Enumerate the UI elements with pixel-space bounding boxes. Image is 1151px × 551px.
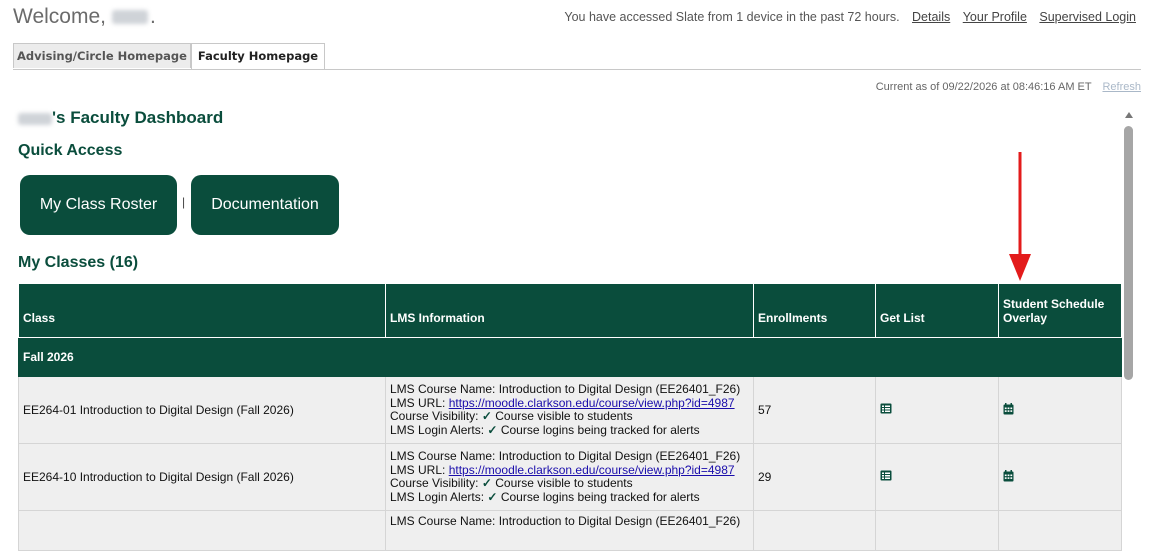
data-timestamp: Current as of 09/22/2026 at 08:46:16 AM … xyxy=(876,81,1141,93)
details-link[interactable]: Details xyxy=(912,10,950,24)
column-header-lms-information: LMS Information xyxy=(385,283,754,338)
term-label: Fall 2026 xyxy=(18,337,1122,377)
lms-course-name: Introduction to Digital Design (EE26401_… xyxy=(498,514,741,528)
get-list-cell xyxy=(875,376,999,444)
lms-course-label: LMS Course Name: xyxy=(390,449,496,463)
my-classes-table: Class LMS Information Enrollments Get Li… xyxy=(18,283,1122,551)
table-row: EE264-01 Introduction to Digital Design … xyxy=(18,376,1122,444)
scrollbar[interactable] xyxy=(1122,110,1136,531)
redacted-name xyxy=(111,10,148,25)
tab-faculty-homepage[interactable]: Faculty Homepage xyxy=(191,43,325,69)
table-row: EE264-10 Introduction to Digital Design … xyxy=(18,443,1122,511)
lms-info: LMS Course Name: Introduction to Digital… xyxy=(390,382,749,437)
schedule-overlay-cell xyxy=(998,443,1122,511)
lms-info-cell: LMS Course Name: Introduction to Digital… xyxy=(385,376,754,444)
table-header-row: Class LMS Information Enrollments Get Li… xyxy=(18,283,1122,338)
class-name: EE264-01 Introduction to Digital Design … xyxy=(18,376,386,444)
tab-advising-circle-homepage[interactable]: Advising/Circle Homepage xyxy=(13,43,191,68)
checkmark-icon: ✓ xyxy=(487,422,498,437)
lms-url-label: LMS URL: xyxy=(390,395,446,410)
button-separator: | xyxy=(182,195,186,209)
lms-course-name: Introduction to Digital Design (EE26401_… xyxy=(498,382,741,396)
refresh-link[interactable]: Refresh xyxy=(1102,81,1141,93)
column-header-enrollments: Enrollments xyxy=(753,283,876,338)
calendar-icon[interactable] xyxy=(1003,402,1014,415)
welcome-end: . xyxy=(149,5,156,28)
scroll-up-arrow-icon[interactable] xyxy=(1125,112,1133,118)
login-alerts-label: LMS Login Alerts: xyxy=(390,422,485,437)
supervised-login-link[interactable]: Supervised Login xyxy=(1039,10,1136,24)
list-icon[interactable] xyxy=(880,403,892,414)
my-classes-heading: My Classes (16) xyxy=(18,254,139,271)
calendar-icon[interactable] xyxy=(1003,469,1014,482)
column-header-student-schedule-overlay: Student Schedule Overlay xyxy=(998,283,1122,338)
login-alerts-value: Course logins being tracked for alerts xyxy=(500,489,700,504)
lms-url-link[interactable]: https://moodle.clarkson.edu/course/view.… xyxy=(449,463,735,477)
welcome-message: Welcome,. xyxy=(13,5,156,29)
dashboard-title: 's Faculty Dashboard xyxy=(18,108,223,128)
lms-info-cell: LMS Course Name: Introduction to Digital… xyxy=(385,443,754,511)
enrollment-count: 57 xyxy=(753,376,876,444)
annotation-arrow-icon xyxy=(1009,152,1031,281)
list-icon[interactable] xyxy=(880,470,892,481)
column-header-get-list: Get List xyxy=(875,283,999,338)
redacted-name xyxy=(18,112,52,125)
checkmark-icon: ✓ xyxy=(481,476,492,490)
scrollbar-thumb[interactable] xyxy=(1124,126,1133,380)
login-alerts-label: LMS Login Alerts: xyxy=(390,489,485,504)
lms-course-name: Introduction to Digital Design (EE26401_… xyxy=(498,449,741,463)
welcome-text: Welcome, xyxy=(13,5,106,28)
checkmark-icon: ✓ xyxy=(487,489,498,504)
my-class-roster-button[interactable]: My Class Roster xyxy=(20,175,177,235)
term-group-row: Fall 2026 xyxy=(18,337,1122,377)
lms-url-label: LMS URL: xyxy=(390,462,446,477)
lms-course-label: LMS Course Name: xyxy=(390,382,496,396)
homepage-tabs: Advising/Circle Homepage Faculty Homepag… xyxy=(13,43,1141,70)
get-list-cell xyxy=(875,443,999,511)
visibility-label: Course Visibility: xyxy=(390,409,479,423)
lms-course-label: LMS Course Name: xyxy=(390,514,496,528)
enrollment-count: 29 xyxy=(753,443,876,511)
login-alerts-value: Course logins being tracked for alerts xyxy=(500,422,700,437)
checkmark-icon: ✓ xyxy=(481,409,492,423)
visibility-value: Course visible to students xyxy=(495,476,633,490)
device-notice: You have accessed Slate from 1 device in… xyxy=(564,10,900,24)
your-profile-link[interactable]: Your Profile xyxy=(963,10,1027,24)
class-name: EE264-10 Introduction to Digital Design … xyxy=(18,443,386,511)
top-bar: Welcome,. You have accessed Slate from 1… xyxy=(13,5,1138,31)
schedule-overlay-cell xyxy=(998,376,1122,444)
visibility-value: Course visible to students xyxy=(495,409,633,423)
visibility-label: Course Visibility: xyxy=(390,476,479,490)
lms-url-link[interactable]: https://moodle.clarkson.edu/course/view.… xyxy=(449,396,735,410)
dashboard-title-text: 's Faculty Dashboard xyxy=(52,108,224,127)
column-header-class: Class xyxy=(18,283,386,338)
documentation-button[interactable]: Documentation xyxy=(191,175,339,235)
as-of-text: Current as of 09/22/2026 at 08:46:16 AM … xyxy=(875,81,1092,93)
lms-info: LMS Course Name: Introduction to Digital… xyxy=(390,514,749,529)
lms-info: LMS Course Name: Introduction to Digital… xyxy=(390,449,749,504)
quick-access-heading: Quick Access xyxy=(18,142,123,159)
session-info: You have accessed Slate from 1 device in… xyxy=(564,10,1136,24)
